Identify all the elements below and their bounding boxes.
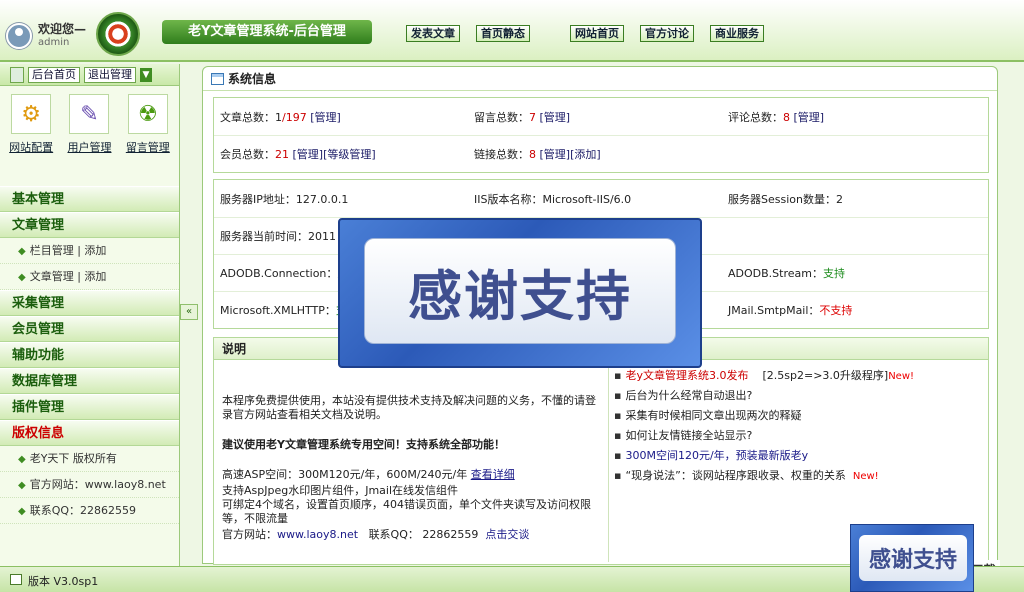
server-time: 服务器当前时间：2011 [220, 230, 336, 243]
notes-hosting: 高速ASP空间：300M120元/年，600M/240元/年 查看详细 [222, 468, 515, 481]
contact-qq-item[interactable]: ◆ 联系QQ：22862559 [0, 498, 179, 524]
adodb-stream: ADODB.Stream：支持 [728, 267, 845, 280]
shortcut-guestbook-manage[interactable]: ☢ 留言管理 [126, 94, 170, 182]
thanks-overlay-text: 感谢支持 [364, 238, 676, 344]
shortcut-site-config[interactable]: ⚙ 网站配置 [9, 94, 53, 182]
menu-article[interactable]: 文章管理 [0, 212, 179, 238]
member-manage-link[interactable]: [管理][等级管理] [293, 148, 376, 161]
thanks-badge: 感谢支持 [850, 524, 974, 592]
shortcut-user-manage[interactable]: ✎ 用户管理 [67, 94, 111, 182]
collapse-sidebar-icon[interactable]: « [180, 304, 198, 320]
nav-site-home[interactable]: 网站首页 [570, 25, 624, 42]
menu-copyright[interactable]: 版权信息 [0, 420, 179, 446]
nav-business-service[interactable]: 商业服务 [710, 25, 764, 42]
news-item[interactable]: ▪ 后台为什么经常自动退出? [614, 386, 994, 406]
list-icon [10, 66, 24, 83]
news-item[interactable]: ▪ 老y文章管理系统3.0发布 [2.5sp2=>3.0升级程序]New! [614, 366, 994, 386]
menu-plugin[interactable]: 插件管理 [0, 394, 179, 420]
jmail: JMail.SmtpMail：不支持 [728, 304, 853, 317]
thanks-badge-text: 感谢支持 [859, 535, 967, 581]
window-icon [211, 72, 224, 85]
xmlhttp: Microsoft.XMLHTTP：支 [220, 304, 347, 317]
link-count: 链接总数：8 [管理][添加] [474, 148, 601, 161]
arrow-down-icon[interactable]: ▼ [140, 67, 152, 82]
copyright-item: ◆ 老Y天下 版权所有 [0, 446, 179, 472]
bullet-icon: ◆ [18, 272, 26, 283]
welcome-label: 欢迎您— [38, 22, 87, 36]
notes-contact: 官方网站：www.laoy8.net 联系QQ： 22862559 点击交谈 [222, 528, 530, 541]
session-count: 服务器Session数量：2 [728, 193, 843, 206]
official-url-link[interactable]: www.laoy8.net [277, 528, 358, 541]
menu-database[interactable]: 数据库管理 [0, 368, 179, 394]
menu-item-article[interactable]: ◆ 文章管理 | 添加 [0, 264, 179, 290]
shortcuts: ⚙ 网站配置 ✎ 用户管理 ☢ 留言管理 [0, 86, 179, 186]
article-manage-link[interactable]: [管理] [310, 111, 341, 124]
article-count: 文章总数：1/197 [管理] [220, 111, 341, 124]
news-item[interactable]: ▪ 300M空间120元/年，预装最新版老y [614, 446, 994, 466]
menu-item-category[interactable]: ◆ 栏目管理 | 添加 [0, 238, 179, 264]
adodb-connection: ADODB.Connection：支 [220, 267, 348, 280]
header: 欢迎您— admin 老Y文章管理系统-后台管理 发表文章 首页静态 网站首页 … [0, 0, 1024, 62]
notes-components: 支持AspJpeg水印图片组件，Jmail在线发信组件 [222, 484, 459, 497]
user-icon [6, 23, 32, 49]
link-manage-link[interactable]: [管理][添加] [540, 148, 601, 161]
guestbook-manage-link[interactable]: [管理] [540, 111, 571, 124]
menu-aux[interactable]: 辅助功能 [0, 342, 179, 368]
member-count: 会员总数：21 [管理][等级管理] [220, 148, 376, 161]
version-text: 版本 V3.0sp1 [28, 575, 99, 588]
admin-home-button[interactable]: 后台首页 [28, 66, 80, 83]
stats-box: 文章总数：1/197 [管理] 留言总数：7 [管理] 评论总数：8 [管理] … [213, 97, 989, 173]
news-list: ▪ 老y文章管理系统3.0发布 [2.5sp2=>3.0升级程序]New! ▪ 后台… [614, 366, 994, 486]
nav-official-forum[interactable]: 官方讨论 [640, 25, 694, 42]
iis-version: IIS版本名称：Microsoft-IIS/6.0 [474, 193, 632, 206]
sidebar-toolbar: 后台首页 退出管理 ▼ [0, 64, 179, 86]
news-item[interactable]: ▪ “现身说法”：谈网站程序跟收录、权重的关系 New! [614, 466, 994, 486]
comment-count: 评论总数：8 [管理] [728, 111, 825, 124]
version-icon [10, 574, 22, 585]
thanks-overlay: 感谢支持 [338, 218, 702, 368]
bullet-icon: ◆ [18, 506, 26, 517]
user-edit-icon: ✎ [69, 94, 110, 134]
article-add-link[interactable]: 添加 [84, 270, 106, 283]
username: admin [38, 37, 70, 48]
panel-title: 系统信息 [203, 67, 997, 91]
notes-disclaimer: 本程序免费提供使用，本站没有提供技术支持及解决问题的义务，不懂的请登录官方网站查… [222, 394, 596, 421]
menu-member[interactable]: 会员管理 [0, 316, 179, 342]
official-site-item[interactable]: ◆ 官方网站：www.laoy8.net [0, 472, 179, 498]
logo-icon [96, 12, 140, 56]
news-item[interactable]: ▪ 如何让友情链接全站显示? [614, 426, 994, 446]
view-details-link[interactable]: 查看详细 [471, 468, 515, 481]
chat-link[interactable]: 点击交谈 [485, 528, 529, 541]
nav-publish-article[interactable]: 发表文章 [406, 25, 460, 42]
sidebar: 后台首页 退出管理 ▼ ⚙ 网站配置 ✎ 用户管理 ☢ 留言管理 基本管理 文章… [0, 64, 180, 566]
menu-basic[interactable]: 基本管理 [0, 186, 179, 212]
news-item[interactable]: ▪ 采集有时候相同文章出现两次的释疑 [614, 406, 994, 426]
bullet-icon: ◆ [18, 246, 26, 257]
bullet-icon: ◆ [18, 480, 26, 491]
category-add-link[interactable]: 添加 [84, 244, 106, 257]
app-title: 老Y文章管理系统-后台管理 [162, 20, 372, 44]
guestbook-count: 留言总数：7 [管理] [474, 111, 571, 124]
welcome-area: 欢迎您— admin [6, 22, 86, 50]
bullet-icon: ◆ [18, 454, 26, 465]
notes-features: 可绑定4个域名，设置首页顺序，404错误页面，单个文件夹读写及访问权限等，不限流… [222, 498, 591, 525]
comment-manage-link[interactable]: [管理] [794, 111, 825, 124]
notes-recommend: 建议使用老Y文章管理系统专用空间！支持系统全部功能！ [222, 438, 505, 451]
menu-collect[interactable]: 采集管理 [0, 290, 179, 316]
logout-button[interactable]: 退出管理 [84, 66, 136, 83]
gear-icon: ⚙ [11, 94, 52, 134]
nav-home-static[interactable]: 首页静态 [476, 25, 530, 42]
radiation-icon: ☢ [127, 94, 168, 134]
server-ip: 服务器IP地址：127.0.0.1 [220, 193, 349, 206]
